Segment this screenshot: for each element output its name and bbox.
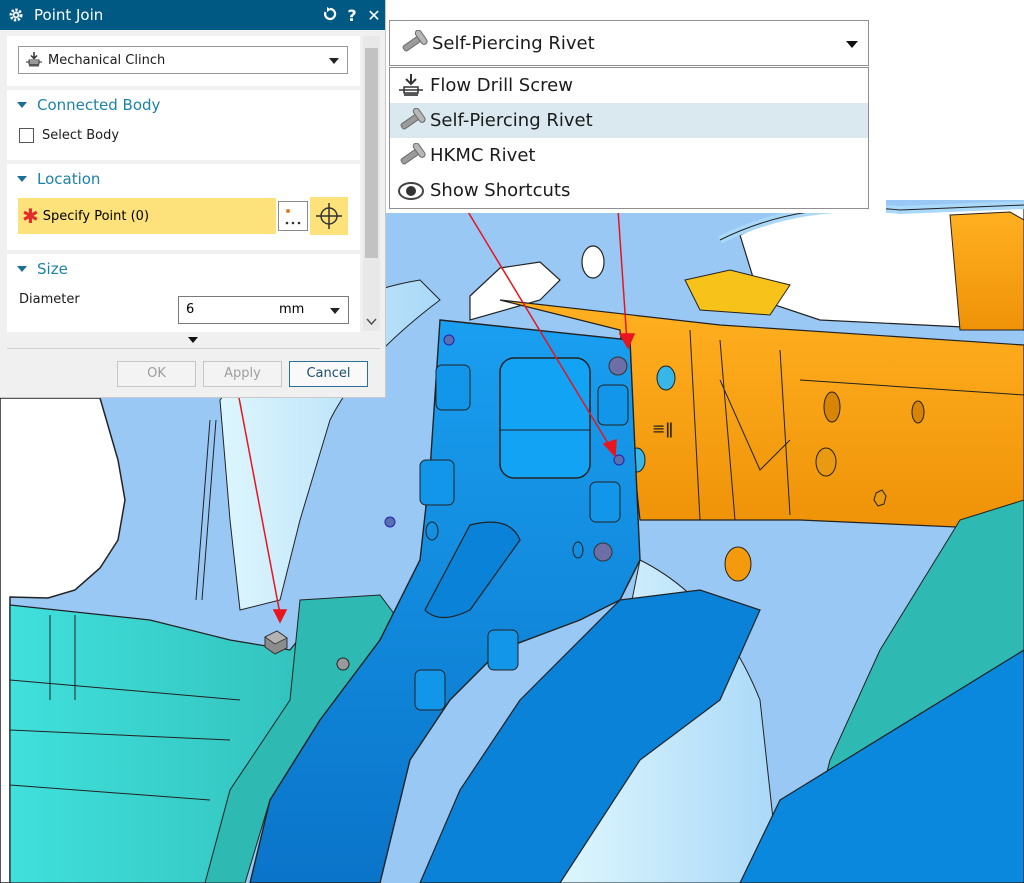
specify-point-selector[interactable]: ✱ Specify Point (0) [18, 198, 276, 234]
cancel-button[interactable]: Cancel [289, 361, 368, 387]
menu-item-flow-drill-screw[interactable]: Flow Drill Screw [390, 68, 868, 103]
scrollbar-thumb[interactable] [365, 48, 378, 258]
ok-button[interactable]: OK [117, 361, 196, 387]
beam-boss [656, 365, 676, 391]
teal-hole [336, 657, 350, 671]
crosshair-icon [316, 203, 342, 229]
beam-hole [911, 400, 925, 424]
required-asterisk-icon: ✱ [22, 204, 39, 228]
orange-bracket-vertical [949, 211, 1024, 331]
flow-drill-screw-icon [399, 73, 423, 96]
dialog-scrollbar[interactable] [363, 36, 380, 331]
point-dialog-icon [285, 209, 301, 225]
beam-hole [823, 391, 841, 423]
scroll-down-icon[interactable] [366, 318, 377, 326]
specify-point-label: Specify Point (0) [42, 208, 150, 224]
svg-text:≡ǁ: ≡ǁ [652, 419, 673, 438]
chevron-down-icon [329, 58, 339, 64]
dialog-titlebar[interactable]: Point Join ? ✕ [0, 0, 385, 30]
divider [7, 348, 380, 349]
collapse-triangle-icon [17, 102, 27, 108]
dialog-content: Mechanical Clinch Connected Body Select … [7, 36, 360, 336]
location-header[interactable]: Location [7, 164, 360, 194]
hole [581, 245, 605, 279]
spr-head [593, 542, 613, 562]
beam-boss [815, 447, 837, 477]
rivet-marker [384, 516, 396, 528]
rivet-marker [443, 334, 455, 346]
help-button[interactable]: ? [341, 6, 363, 25]
unit-dropdown-icon[interactable] [330, 308, 340, 314]
point-join-dialog: Point Join ? ✕ Mechanical Clinch Connect… [0, 0, 386, 398]
chevron-down-icon[interactable] [846, 41, 858, 48]
reset-icon [323, 6, 337, 20]
menu-item-show-shortcuts[interactable]: Show Shortcuts [390, 173, 868, 208]
point-dialog-button[interactable] [278, 201, 308, 231]
gear-icon [9, 8, 23, 22]
diameter-label: Diameter [19, 291, 80, 307]
join-type-combo-enlarged[interactable]: Self-Piercing Rivet [389, 20, 869, 66]
size-header[interactable]: Size [7, 254, 360, 284]
apply-button[interactable]: Apply [203, 361, 282, 387]
eye-icon [398, 181, 424, 200]
more-options-expand-icon[interactable] [188, 337, 198, 343]
rivet-icon [400, 142, 426, 164]
diameter-unit: mm [279, 302, 305, 317]
close-button[interactable]: ✕ [363, 6, 385, 25]
location-section: Location ✱ Specify Point (0) [7, 164, 360, 250]
spr-head [608, 356, 628, 376]
rivet-icon [400, 107, 426, 129]
blue-window [499, 357, 591, 479]
select-body-label: Select Body [42, 127, 120, 143]
join-type-select[interactable]: Mechanical Clinch [18, 46, 348, 74]
rivet-icon [402, 30, 428, 52]
reset-button[interactable] [319, 6, 341, 25]
join-type-value: Mechanical Clinch [48, 52, 166, 68]
diameter-value: 6 [186, 302, 195, 317]
menu-item-self-piercing-rivet[interactable]: Self-Piercing Rivet [390, 103, 868, 138]
diameter-input[interactable]: 6 mm [178, 296, 349, 324]
orange-hole [724, 546, 752, 582]
join-type-panel: Mechanical Clinch [7, 36, 360, 86]
selected-join-type: Self-Piercing Rivet [432, 32, 595, 54]
select-body-row[interactable]: Select Body [7, 120, 360, 150]
size-section: Size Diameter 6 mm [7, 254, 360, 332]
menu-item-hkmc-rivet[interactable]: HKMC Rivet [390, 138, 868, 173]
connected-body-section: Connected Body Select Body [7, 90, 360, 160]
clinch-icon [26, 52, 42, 67]
connected-body-header[interactable]: Connected Body [7, 90, 360, 120]
collapse-triangle-icon [17, 266, 27, 272]
dialog-title: Point Join [34, 6, 104, 24]
select-body-checkbox[interactable] [19, 127, 34, 143]
collapse-triangle-icon [17, 176, 27, 182]
point-snap-button[interactable] [310, 197, 348, 235]
join-type-menu: Flow Drill Screw Self-Piercing Rivet HKM… [389, 67, 869, 209]
